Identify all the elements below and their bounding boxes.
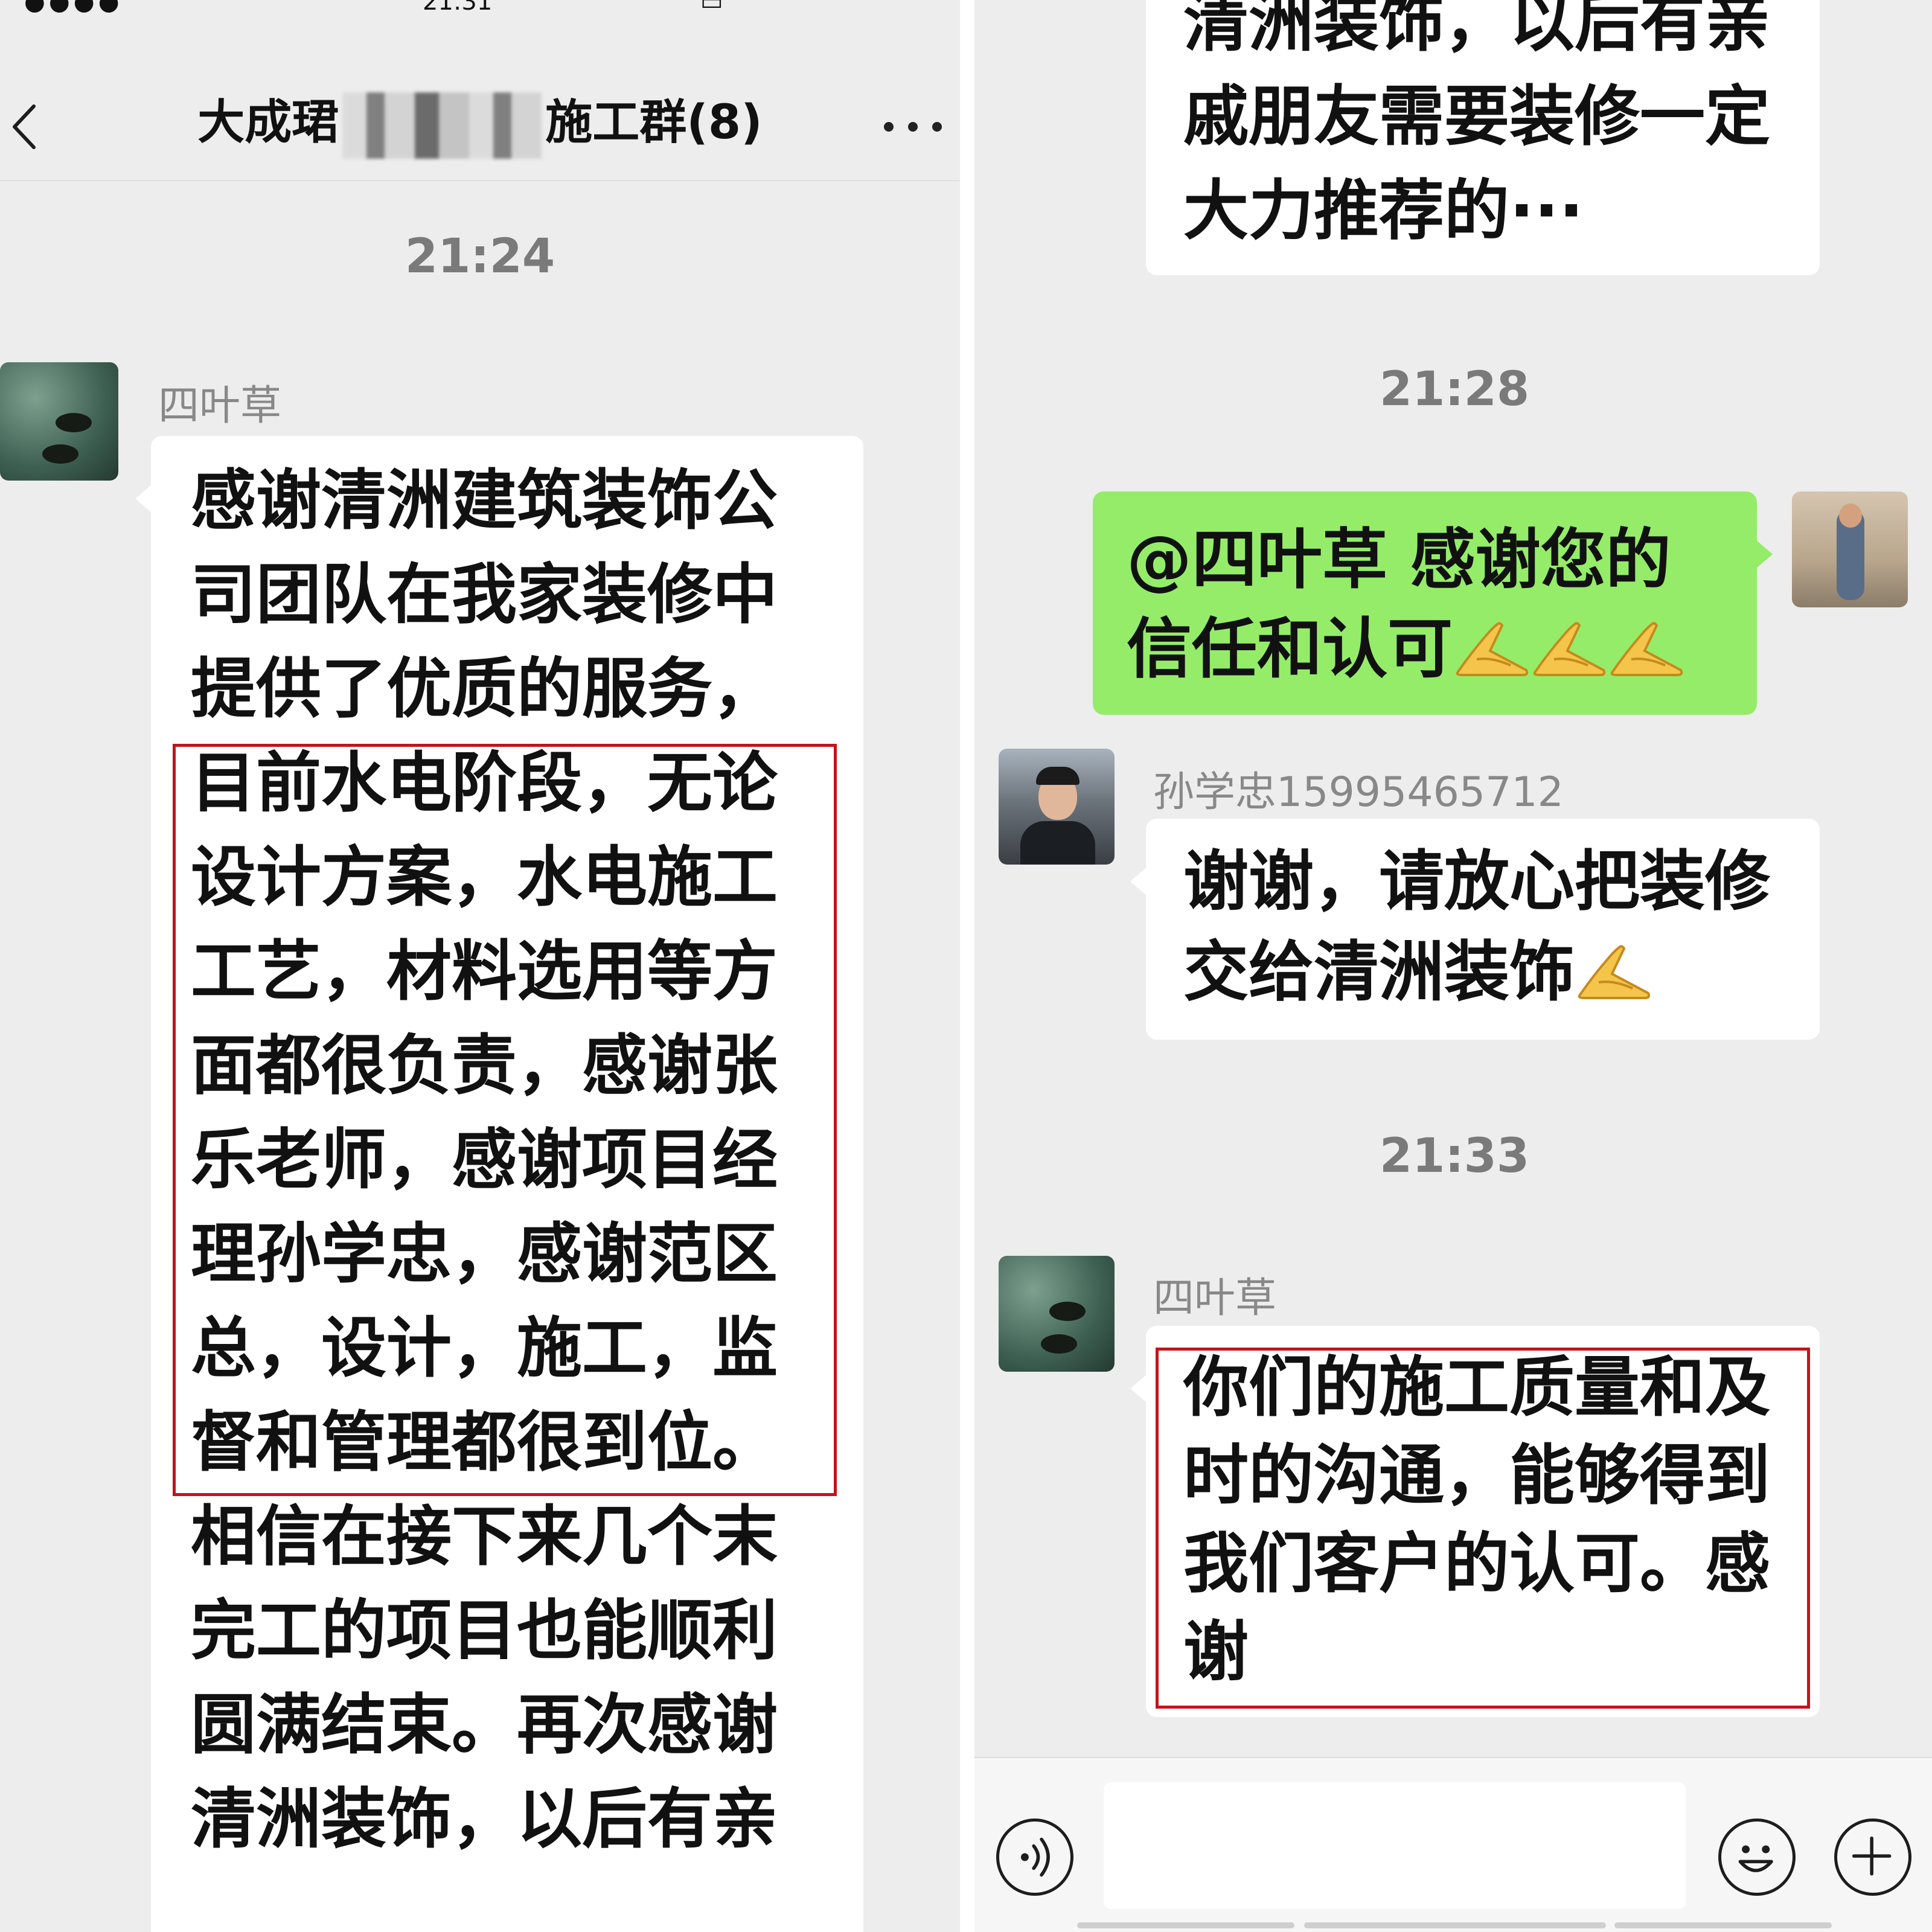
- status-bar: ●●●● 21:31 ▭: [0, 0, 960, 16]
- chat-title-suffix: 施工群(8): [545, 95, 763, 150]
- chat-title: 大成珺 施工群(8): [0, 85, 960, 159]
- folded-hands-emoji: [1453, 617, 1530, 677]
- message-line: 司团队在我家装修中: [191, 557, 778, 633]
- message-line: 清洲装饰，以后有亲: [191, 1782, 778, 1857]
- home-indicator: [1077, 1922, 1294, 1928]
- home-indicator: [1304, 1922, 1606, 1928]
- signal-icon: ●●●●: [24, 0, 123, 16]
- right-chat-panel: 清洲装饰，以后有亲 戚朋友需要装修一定 大力推荐的··· 21:28 @四叶草 …: [974, 0, 1932, 1932]
- highlight-box: [1156, 1348, 1810, 1709]
- avatar[interactable]: [0, 362, 118, 481]
- left-chat-panel: ●●●● 21:31 ▭ 大成珺 施工群(8) 21:24 四叶草 感谢清洲建筑装…: [0, 0, 960, 1932]
- message-bubble[interactable]: 谢谢，请放心把装修 交给清洲装饰: [1130, 819, 1820, 1040]
- chat-header: 大成珺 施工群(8): [0, 18, 960, 181]
- folded-hands-emoji: [1575, 940, 1652, 1000]
- input-bar: [974, 1757, 1932, 1932]
- voice-icon[interactable]: [996, 1818, 1073, 1896]
- folded-hands-emoji: [1530, 617, 1607, 677]
- message-line: 谢谢，请放心把装修: [1183, 844, 1771, 920]
- reply-text: 信任和认可: [1127, 612, 1453, 687]
- message-line: 清洲装饰，以后有亲: [1183, 0, 1771, 60]
- sender-name: 孙学忠15995465712: [1153, 769, 1564, 816]
- folded-hands-emoji: [1607, 617, 1684, 677]
- message-line: 交给清洲装饰: [1183, 927, 1820, 1018]
- message-text: 交给清洲装饰: [1183, 935, 1575, 1010]
- redacted-block: [342, 92, 542, 159]
- avatar[interactable]: [999, 1256, 1115, 1372]
- divider: [960, 0, 974, 1932]
- timestamp: 21:33: [1379, 1129, 1530, 1183]
- message-bubble-continued[interactable]: 清洲装饰，以后有亲 戚朋友需要装修一定 大力推荐的···: [1146, 0, 1820, 275]
- home-indicator: [1614, 1922, 1832, 1928]
- status-time: 21:31: [423, 0, 493, 16]
- plus-icon[interactable]: [1834, 1818, 1911, 1896]
- emoji-icon[interactable]: [1718, 1818, 1796, 1896]
- highlight-box: [173, 744, 837, 1496]
- battery-icon: ▭: [700, 0, 723, 16]
- avatar[interactable]: [999, 749, 1115, 865]
- sender-name: 四叶草: [1153, 1275, 1277, 1322]
- avatar[interactable]: [1792, 491, 1908, 607]
- message-line: 相信在接下来几个末: [191, 1499, 778, 1575]
- message-line: @四叶草 感谢您的: [1127, 522, 1671, 598]
- timestamp: 21:28: [1379, 362, 1530, 417]
- message-line: 提供了优质的服务，: [191, 651, 778, 727]
- message-line: 大力推荐的···: [1183, 173, 1584, 249]
- sender-name: 四叶草: [158, 382, 282, 430]
- chat-title-prefix: 大成珺: [197, 95, 339, 150]
- more-dots-icon[interactable]: [884, 103, 942, 151]
- message-line: 信任和认可: [1127, 605, 1757, 694]
- message-input[interactable]: [1104, 1782, 1686, 1909]
- message-line: 完工的项目也能顺利: [191, 1593, 778, 1669]
- message-line: 戚朋友需要装修一定: [1183, 79, 1771, 155]
- timestamp: 21:24: [405, 229, 555, 284]
- message-line: 圆满结束。再次感谢: [191, 1687, 778, 1763]
- my-reply-bubble[interactable]: @四叶草 感谢您的 信任和认可: [1093, 491, 1773, 715]
- message-line: 感谢清洲建筑装饰公: [191, 463, 778, 539]
